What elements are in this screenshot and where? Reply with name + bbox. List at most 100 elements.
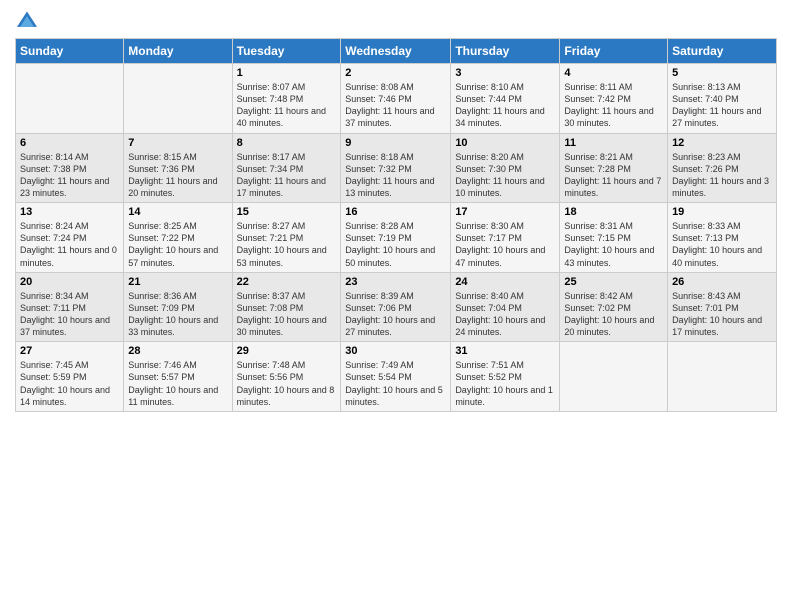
calendar-week-2: 6 Sunrise: 8:14 AM Sunset: 7:38 PM Daylig…	[16, 133, 777, 203]
calendar-week-4: 20 Sunrise: 8:34 AM Sunset: 7:11 PM Dayli…	[16, 272, 777, 342]
day-info: Sunrise: 8:17 AM Sunset: 7:34 PM Dayligh…	[237, 151, 337, 200]
calendar-cell	[668, 342, 777, 412]
day-number: 26	[672, 276, 772, 288]
weekday-header-sunday: Sunday	[16, 39, 124, 64]
calendar-body: 1 Sunrise: 8:07 AM Sunset: 7:48 PM Daylig…	[16, 64, 777, 412]
calendar-cell	[124, 64, 232, 134]
day-info: Sunrise: 7:46 AM Sunset: 5:57 PM Dayligh…	[128, 359, 227, 408]
day-number: 22	[237, 276, 337, 288]
day-info: Sunrise: 8:30 AM Sunset: 7:17 PM Dayligh…	[455, 220, 555, 269]
calendar-cell: 11 Sunrise: 8:21 AM Sunset: 7:28 PM Dayli…	[560, 133, 668, 203]
day-number: 27	[20, 345, 119, 357]
day-info: Sunrise: 8:36 AM Sunset: 7:09 PM Dayligh…	[128, 290, 227, 339]
calendar-cell: 16 Sunrise: 8:28 AM Sunset: 7:19 PM Dayli…	[341, 203, 451, 273]
weekday-header-monday: Monday	[124, 39, 232, 64]
day-info: Sunrise: 8:23 AM Sunset: 7:26 PM Dayligh…	[672, 151, 772, 200]
day-number: 18	[564, 206, 663, 218]
calendar-cell: 15 Sunrise: 8:27 AM Sunset: 7:21 PM Dayli…	[232, 203, 341, 273]
day-number: 8	[237, 137, 337, 149]
calendar-week-1: 1 Sunrise: 8:07 AM Sunset: 7:48 PM Daylig…	[16, 64, 777, 134]
calendar-cell: 27 Sunrise: 7:45 AM Sunset: 5:59 PM Dayli…	[16, 342, 124, 412]
calendar-cell: 17 Sunrise: 8:30 AM Sunset: 7:17 PM Dayli…	[451, 203, 560, 273]
day-number: 14	[128, 206, 227, 218]
calendar-cell: 8 Sunrise: 8:17 AM Sunset: 7:34 PM Daylig…	[232, 133, 341, 203]
day-info: Sunrise: 7:45 AM Sunset: 5:59 PM Dayligh…	[20, 359, 119, 408]
day-info: Sunrise: 8:11 AM Sunset: 7:42 PM Dayligh…	[564, 81, 663, 130]
day-info: Sunrise: 8:27 AM Sunset: 7:21 PM Dayligh…	[237, 220, 337, 269]
calendar-cell: 26 Sunrise: 8:43 AM Sunset: 7:01 PM Dayli…	[668, 272, 777, 342]
day-number: 9	[345, 137, 446, 149]
calendar-cell: 10 Sunrise: 8:20 AM Sunset: 7:30 PM Dayli…	[451, 133, 560, 203]
day-number: 17	[455, 206, 555, 218]
calendar-cell: 22 Sunrise: 8:37 AM Sunset: 7:08 PM Dayli…	[232, 272, 341, 342]
day-number: 31	[455, 345, 555, 357]
calendar-cell: 21Sunrise: 8:36 AM Sunset: 7:09 PM Dayli…	[124, 272, 232, 342]
day-number: 25	[564, 276, 663, 288]
weekday-header-friday: Friday	[560, 39, 668, 64]
day-info: Sunrise: 8:13 AM Sunset: 7:40 PM Dayligh…	[672, 81, 772, 130]
calendar-cell: 13Sunrise: 8:24 AM Sunset: 7:24 PM Dayli…	[16, 203, 124, 273]
day-number: 6	[20, 137, 119, 149]
header	[15, 10, 777, 30]
day-info: Sunrise: 8:31 AM Sunset: 7:15 PM Dayligh…	[564, 220, 663, 269]
calendar-table: SundayMondayTuesdayWednesdayThursdayFrid…	[15, 38, 777, 412]
day-info: Sunrise: 8:33 AM Sunset: 7:13 PM Dayligh…	[672, 220, 772, 269]
calendar-cell: 24Sunrise: 8:40 AM Sunset: 7:04 PM Dayli…	[451, 272, 560, 342]
calendar-cell: 9 Sunrise: 8:18 AM Sunset: 7:32 PM Daylig…	[341, 133, 451, 203]
calendar-week-3: 13Sunrise: 8:24 AM Sunset: 7:24 PM Dayli…	[16, 203, 777, 273]
day-number: 7	[128, 137, 227, 149]
calendar-cell: 30Sunrise: 7:49 AM Sunset: 5:54 PM Dayli…	[341, 342, 451, 412]
day-number: 30	[345, 345, 446, 357]
day-info: Sunrise: 8:39 AM Sunset: 7:06 PM Dayligh…	[345, 290, 446, 339]
day-number: 1	[237, 67, 337, 79]
day-number: 16	[345, 206, 446, 218]
logo	[15, 10, 43, 30]
weekday-header-wednesday: Wednesday	[341, 39, 451, 64]
weekday-header-thursday: Thursday	[451, 39, 560, 64]
day-info: Sunrise: 8:28 AM Sunset: 7:19 PM Dayligh…	[345, 220, 446, 269]
calendar-cell: 23 Sunrise: 8:39 AM Sunset: 7:06 PM Dayli…	[341, 272, 451, 342]
page: SundayMondayTuesdayWednesdayThursdayFrid…	[0, 0, 792, 612]
day-info: Sunrise: 8:18 AM Sunset: 7:32 PM Dayligh…	[345, 151, 446, 200]
day-info: Sunrise: 8:10 AM Sunset: 7:44 PM Dayligh…	[455, 81, 555, 130]
calendar-cell: 7 Sunrise: 8:15 AM Sunset: 7:36 PM Daylig…	[124, 133, 232, 203]
day-number: 11	[564, 137, 663, 149]
day-info: Sunrise: 8:20 AM Sunset: 7:30 PM Dayligh…	[455, 151, 555, 200]
day-number: 12	[672, 137, 772, 149]
calendar-cell: 29 Sunrise: 7:48 AM Sunset: 5:56 PM Dayli…	[232, 342, 341, 412]
calendar-week-5: 27 Sunrise: 7:45 AM Sunset: 5:59 PM Dayli…	[16, 342, 777, 412]
generalblue-logo-icon	[15, 10, 39, 30]
calendar-cell: 1 Sunrise: 8:07 AM Sunset: 7:48 PM Daylig…	[232, 64, 341, 134]
calendar-cell: 19Sunrise: 8:33 AM Sunset: 7:13 PM Dayli…	[668, 203, 777, 273]
day-number: 10	[455, 137, 555, 149]
day-number: 20	[20, 276, 119, 288]
day-info: Sunrise: 8:43 AM Sunset: 7:01 PM Dayligh…	[672, 290, 772, 339]
day-info: Sunrise: 8:34 AM Sunset: 7:11 PM Dayligh…	[20, 290, 119, 339]
day-info: Sunrise: 8:37 AM Sunset: 7:08 PM Dayligh…	[237, 290, 337, 339]
day-number: 5	[672, 67, 772, 79]
day-info: Sunrise: 8:07 AM Sunset: 7:48 PM Dayligh…	[237, 81, 337, 130]
day-number: 23	[345, 276, 446, 288]
day-number: 2	[345, 67, 446, 79]
weekday-header-saturday: Saturday	[668, 39, 777, 64]
calendar-cell: 14 Sunrise: 8:25 AM Sunset: 7:22 PM Dayli…	[124, 203, 232, 273]
calendar-cell: 5 Sunrise: 8:13 AM Sunset: 7:40 PM Daylig…	[668, 64, 777, 134]
day-info: Sunrise: 8:25 AM Sunset: 7:22 PM Dayligh…	[128, 220, 227, 269]
day-number: 13	[20, 206, 119, 218]
day-number: 4	[564, 67, 663, 79]
day-info: Sunrise: 8:08 AM Sunset: 7:46 PM Dayligh…	[345, 81, 446, 130]
calendar-cell: 31Sunrise: 7:51 AM Sunset: 5:52 PM Dayli…	[451, 342, 560, 412]
calendar-cell: 3 Sunrise: 8:10 AM Sunset: 7:44 PM Daylig…	[451, 64, 560, 134]
calendar-cell: 2 Sunrise: 8:08 AM Sunset: 7:46 PM Daylig…	[341, 64, 451, 134]
calendar-cell: 6 Sunrise: 8:14 AM Sunset: 7:38 PM Daylig…	[16, 133, 124, 203]
day-info: Sunrise: 8:21 AM Sunset: 7:28 PM Dayligh…	[564, 151, 663, 200]
day-number: 15	[237, 206, 337, 218]
day-number: 29	[237, 345, 337, 357]
calendar-header: SundayMondayTuesdayWednesdayThursdayFrid…	[16, 39, 777, 64]
day-info: Sunrise: 8:15 AM Sunset: 7:36 PM Dayligh…	[128, 151, 227, 200]
day-number: 3	[455, 67, 555, 79]
day-info: Sunrise: 7:48 AM Sunset: 5:56 PM Dayligh…	[237, 359, 337, 408]
day-number: 24	[455, 276, 555, 288]
day-info: Sunrise: 8:14 AM Sunset: 7:38 PM Dayligh…	[20, 151, 119, 200]
calendar-cell: 20 Sunrise: 8:34 AM Sunset: 7:11 PM Dayli…	[16, 272, 124, 342]
